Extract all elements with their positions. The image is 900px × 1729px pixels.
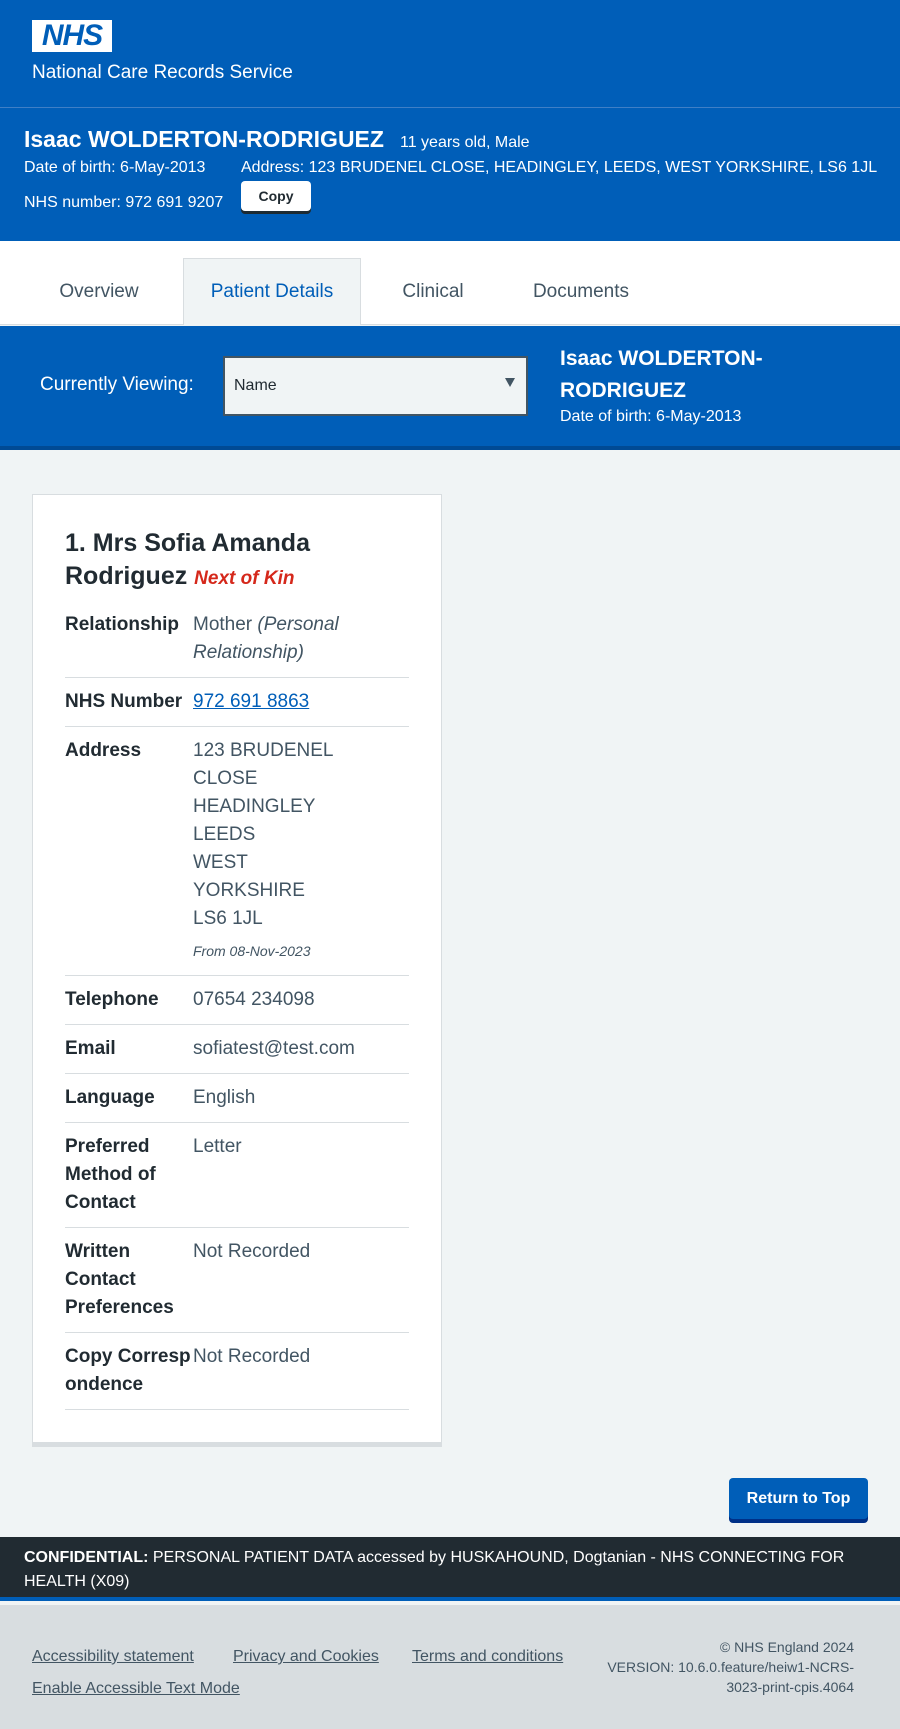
site-header: NHS National Care Records Service bbox=[0, 0, 900, 108]
version-text: VERSION: 10.6.0.feature/heiw1-NCRS-3023-… bbox=[607, 1659, 854, 1695]
written-preferences-value: Not Recorded bbox=[193, 1241, 311, 1262]
contact-card: 1. Mrs Sofia Amanda Rodriguez Next of Ki… bbox=[32, 494, 442, 1447]
next-of-kin-badge: Next of Kin bbox=[194, 568, 295, 589]
footer-link-terms[interactable]: Terms and conditions bbox=[412, 1648, 563, 1666]
address-from-date: From 08-Nov-2023 bbox=[193, 943, 311, 959]
telephone-value: 07654 234098 bbox=[193, 989, 315, 1010]
row-relationship: Relationship Mother (Personal Relationsh… bbox=[65, 601, 409, 678]
relationship-value: Mother (Personal Relationship) bbox=[193, 611, 409, 667]
tab-documents[interactable]: Documents bbox=[515, 258, 647, 325]
viewing-patient-dob: Date of birth: 6-May-2013 bbox=[560, 408, 742, 425]
email-label: Email bbox=[65, 1038, 116, 1059]
address-line: WEST YORKSHIRE bbox=[193, 852, 305, 901]
address-line: LEEDS bbox=[193, 824, 256, 845]
footer-link-accessibility[interactable]: Accessibility statement bbox=[32, 1648, 194, 1666]
viewing-patient-name: Isaac WOLDERTON-RODRIGUEZ bbox=[560, 347, 763, 402]
currently-viewing-bar: Currently Viewing: Name Isaac WOLDERTON-… bbox=[0, 326, 900, 450]
tab-bar: Overview Patient Details Clinical Docume… bbox=[0, 241, 900, 325]
address-line: LS6 1JL bbox=[193, 908, 263, 929]
tab-clinical[interactable]: Clinical bbox=[368, 258, 498, 325]
relationship-text: Mother bbox=[193, 614, 253, 635]
viewing-select-value: Name bbox=[234, 377, 277, 394]
currently-viewing-label: Currently Viewing: bbox=[40, 374, 194, 395]
tab-patient-details[interactable]: Patient Details bbox=[183, 258, 361, 325]
row-written-preferences: Written Contact Preferences Not Recorded bbox=[65, 1228, 409, 1333]
banner-nhs-number: NHS number: 972 691 9207 bbox=[24, 194, 224, 211]
language-label: Language bbox=[65, 1087, 155, 1108]
tab-overview[interactable]: Overview bbox=[34, 258, 164, 325]
chevron-down-icon bbox=[505, 378, 515, 387]
banner-dob: Date of birth: 6-May-2013 bbox=[24, 159, 206, 176]
banner-address: Address: 123 BRUDENEL CLOSE, HEADINGLEY,… bbox=[241, 159, 878, 176]
banner-age-gender: 11 years old, Male bbox=[400, 134, 530, 151]
nhs-logo-text: NHS bbox=[41, 19, 103, 52]
service-name[interactable]: National Care Records Service bbox=[32, 62, 293, 84]
copy-correspondence-label: Copy Correspondence bbox=[65, 1346, 191, 1395]
preferred-contact-value: Letter bbox=[193, 1136, 242, 1157]
row-preferred-contact: Preferred Method of Contact Letter bbox=[65, 1123, 409, 1228]
banner-patient-name: Isaac WOLDERTON-RODRIGUEZ bbox=[24, 126, 384, 152]
copy-nhs-number-button[interactable]: Copy bbox=[241, 181, 311, 211]
email-value: sofiatest@test.com bbox=[193, 1038, 355, 1059]
row-address: Address 123 BRUDENEL CLOSE HEADINGLEY LE… bbox=[65, 727, 409, 976]
row-language: Language English bbox=[65, 1074, 409, 1123]
confidential-label: CONFIDENTIAL: bbox=[24, 1549, 149, 1566]
nhs-logo[interactable]: NHS bbox=[32, 20, 112, 52]
return-to-top-button[interactable]: Return to Top bbox=[729, 1478, 868, 1519]
site-footer: Accessibility statement Privacy and Cook… bbox=[0, 1605, 900, 1729]
relationship-label: Relationship bbox=[65, 614, 180, 635]
nhs-number-label: NHS Number bbox=[65, 691, 183, 712]
address-line: HEADINGLEY bbox=[193, 796, 316, 817]
viewing-select[interactable]: Name bbox=[223, 356, 528, 416]
address-line: 123 BRUDENEL CLOSE bbox=[193, 740, 333, 789]
nhs-number-value: 972 691 8863 bbox=[193, 688, 409, 716]
copyright-text: © NHS England 2024 bbox=[719, 1639, 854, 1655]
confidential-notice: CONFIDENTIAL: PERSONAL PATIENT DATA acce… bbox=[0, 1537, 900, 1601]
preferred-contact-label: Preferred Method of Contact bbox=[65, 1136, 156, 1213]
row-telephone: Telephone 07654 234098 bbox=[65, 976, 409, 1025]
footer-link-accessible-text[interactable]: Enable Accessible Text Mode bbox=[32, 1680, 240, 1698]
row-nhs-number: NHS Number 972 691 8863 bbox=[65, 678, 409, 727]
address-value: 123 BRUDENEL CLOSE HEADINGLEY LEEDS WEST… bbox=[193, 737, 409, 965]
row-copy-correspondence: Copy Correspondence Not Recorded bbox=[65, 1333, 409, 1410]
patient-banner: Isaac WOLDERTON-RODRIGUEZ 11 years old, … bbox=[0, 108, 900, 241]
address-label: Address bbox=[65, 740, 142, 761]
telephone-label: Telephone bbox=[65, 989, 159, 1010]
confidential-text: PERSONAL PATIENT DATA accessed by HUSKAH… bbox=[24, 1549, 845, 1590]
footer-meta: © NHS England 2024 VERSION: 10.6.0.featu… bbox=[604, 1637, 854, 1697]
footer-link-privacy[interactable]: Privacy and Cookies bbox=[233, 1648, 379, 1666]
written-preferences-label: Written Contact Preferences bbox=[65, 1241, 174, 1318]
nhs-number-link[interactable]: 972 691 8863 bbox=[193, 691, 309, 712]
row-email: Email sofiatest@test.com bbox=[65, 1025, 409, 1074]
copy-correspondence-value: Not Recorded bbox=[193, 1346, 311, 1367]
contact-title: 1. Mrs Sofia Amanda Rodriguez Next of Ki… bbox=[65, 527, 409, 595]
language-value: English bbox=[193, 1087, 256, 1108]
